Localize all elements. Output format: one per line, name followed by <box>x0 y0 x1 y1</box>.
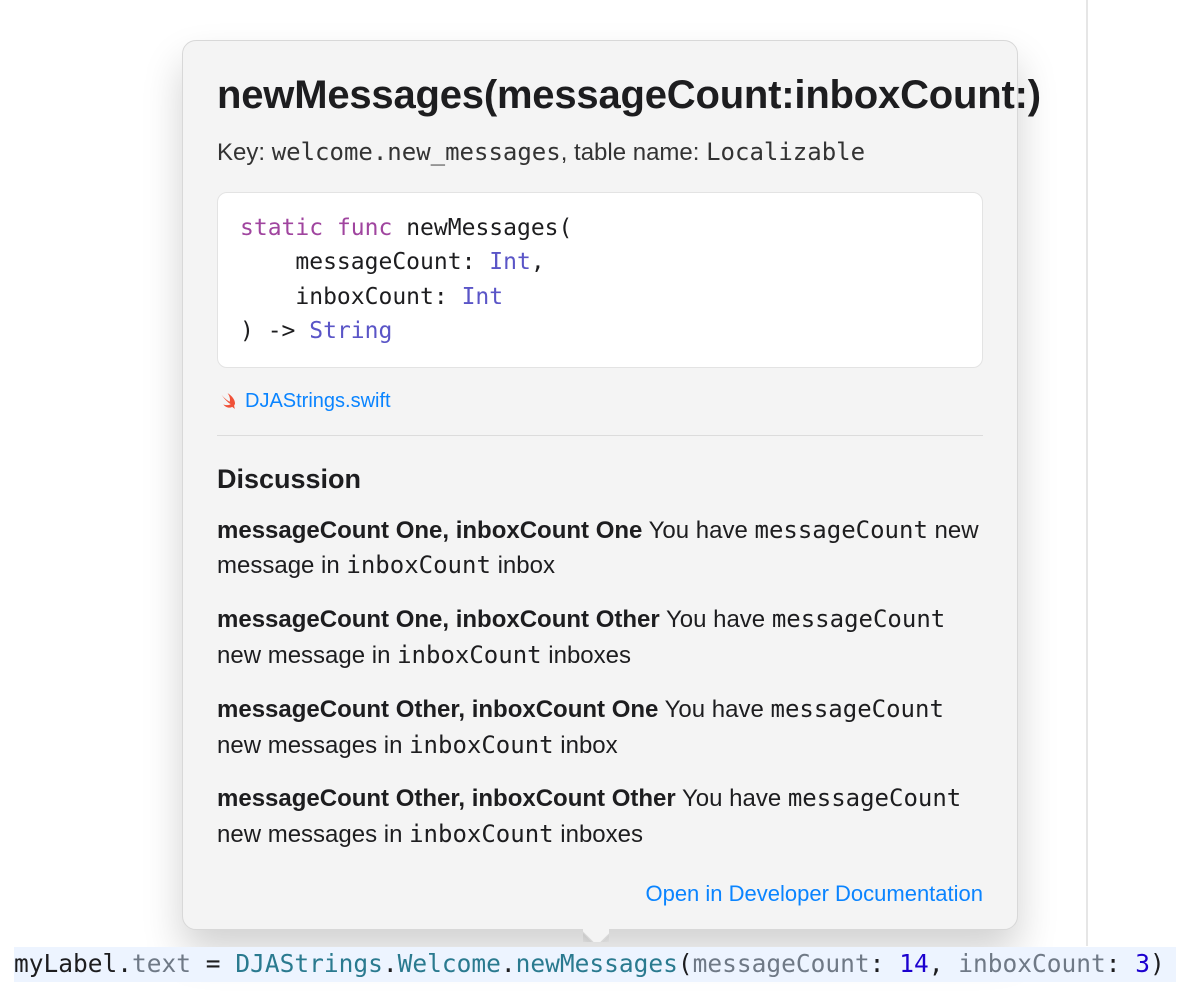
discussion-text: inbox <box>554 732 618 759</box>
discussion-text: You have <box>660 606 772 633</box>
tok-dot: . <box>117 949 132 978</box>
kw-static: static <box>240 215 323 241</box>
tok-param-label: messageCount <box>693 949 870 978</box>
param2-type: Int <box>462 284 504 310</box>
discussion-item: messageCount One, inboxCount One You hav… <box>217 513 983 585</box>
discussion-mono: inboxCount <box>409 731 554 759</box>
section-divider <box>217 435 983 436</box>
footer-link-row: Open in Developer Documentation <box>217 881 983 907</box>
source-file-row: DJAStrings.swift <box>217 390 983 413</box>
discussion-item: messageCount Other, inboxCount Other You… <box>217 781 983 853</box>
discussion-text: You have <box>676 785 788 812</box>
tok-param-label: inboxCount <box>958 949 1106 978</box>
discussion-label: messageCount One, inboxCount One <box>217 517 642 544</box>
discussion-heading: Discussion <box>217 464 983 495</box>
paren-close: ) -> <box>240 318 295 344</box>
tok-paren: ) <box>1150 949 1165 978</box>
discussion-text: new message in <box>217 642 397 669</box>
discussion-text: new messages in <box>217 821 409 848</box>
return-type: String <box>309 318 392 344</box>
discussion-item: messageCount Other, inboxCount One You h… <box>217 692 983 764</box>
tok-comma: , <box>929 949 959 978</box>
tok-colon: : <box>870 949 900 978</box>
discussion-label: messageCount Other, inboxCount Other <box>217 785 676 812</box>
param2-name: inboxCount <box>295 284 433 310</box>
discussion-mono: messageCount <box>788 784 961 812</box>
key-label: Key: <box>217 139 265 166</box>
discussion-text: You have <box>642 517 754 544</box>
editor-code-line[interactable]: myLabel.text = DJAStrings.Welcome.newMes… <box>14 947 1176 982</box>
tok-dot: . <box>501 949 516 978</box>
discussion-mono: inboxCount <box>409 820 554 848</box>
key-value: welcome.new_messages <box>272 138 561 166</box>
tok-equals: = <box>191 949 235 978</box>
tok-colon: : <box>1106 949 1136 978</box>
discussion-item: messageCount One, inboxCount Other You h… <box>217 602 983 674</box>
param1-name: messageCount <box>295 249 461 275</box>
discussion-mono: messageCount <box>755 516 928 544</box>
tablename-value: Localizable <box>706 138 865 166</box>
tok-number: 14 <box>899 949 929 978</box>
popover-arrow <box>583 928 609 942</box>
discussion-label: messageCount Other, inboxCount One <box>217 696 658 723</box>
tok-paren: ( <box>678 949 693 978</box>
popover-content: newMessages(messageCount:inboxCount:) Ke… <box>183 41 1017 929</box>
swift-icon <box>217 391 237 411</box>
tok-type: Welcome <box>398 949 501 978</box>
tok-number: 3 <box>1135 949 1150 978</box>
discussion-mono: inboxCount <box>346 551 491 579</box>
discussion-text: inbox <box>491 552 555 579</box>
tok-dot: . <box>383 949 398 978</box>
discussion-mono: inboxCount <box>397 641 542 669</box>
source-file-link[interactable]: DJAStrings.swift <box>245 390 391 413</box>
declaration-block: static func newMessages( messageCount: I… <box>217 192 983 368</box>
tok-method: newMessages <box>516 949 678 978</box>
discussion-text: new messages in <box>217 732 409 759</box>
paren-open: ( <box>559 215 573 241</box>
tok-type: DJAStrings <box>235 949 383 978</box>
discussion-text: inboxes <box>542 642 631 669</box>
discussion-label: messageCount One, inboxCount Other <box>217 606 660 633</box>
tok-identifier: myLabel <box>14 949 117 978</box>
discussion-mono: messageCount <box>772 605 945 633</box>
quickhelp-popover: newMessages(messageCount:inboxCount:) Ke… <box>182 40 1018 930</box>
kw-func: func <box>337 215 392 241</box>
key-tablename-row: Key: welcome.new_messages, table name: L… <box>217 136 983 170</box>
open-docs-link[interactable]: Open in Developer Documentation <box>645 881 983 906</box>
tablename-label: , table name: <box>561 139 700 166</box>
symbol-title: newMessages(messageCount:inboxCount:) <box>217 73 983 118</box>
discussion-mono: messageCount <box>771 695 944 723</box>
discussion-text: inboxes <box>554 821 643 848</box>
tok-property: text <box>132 949 191 978</box>
fn-name: newMessages <box>406 215 558 241</box>
editor-right-divider <box>1086 0 1088 946</box>
discussion-text: You have <box>658 696 770 723</box>
param1-type: Int <box>489 249 531 275</box>
